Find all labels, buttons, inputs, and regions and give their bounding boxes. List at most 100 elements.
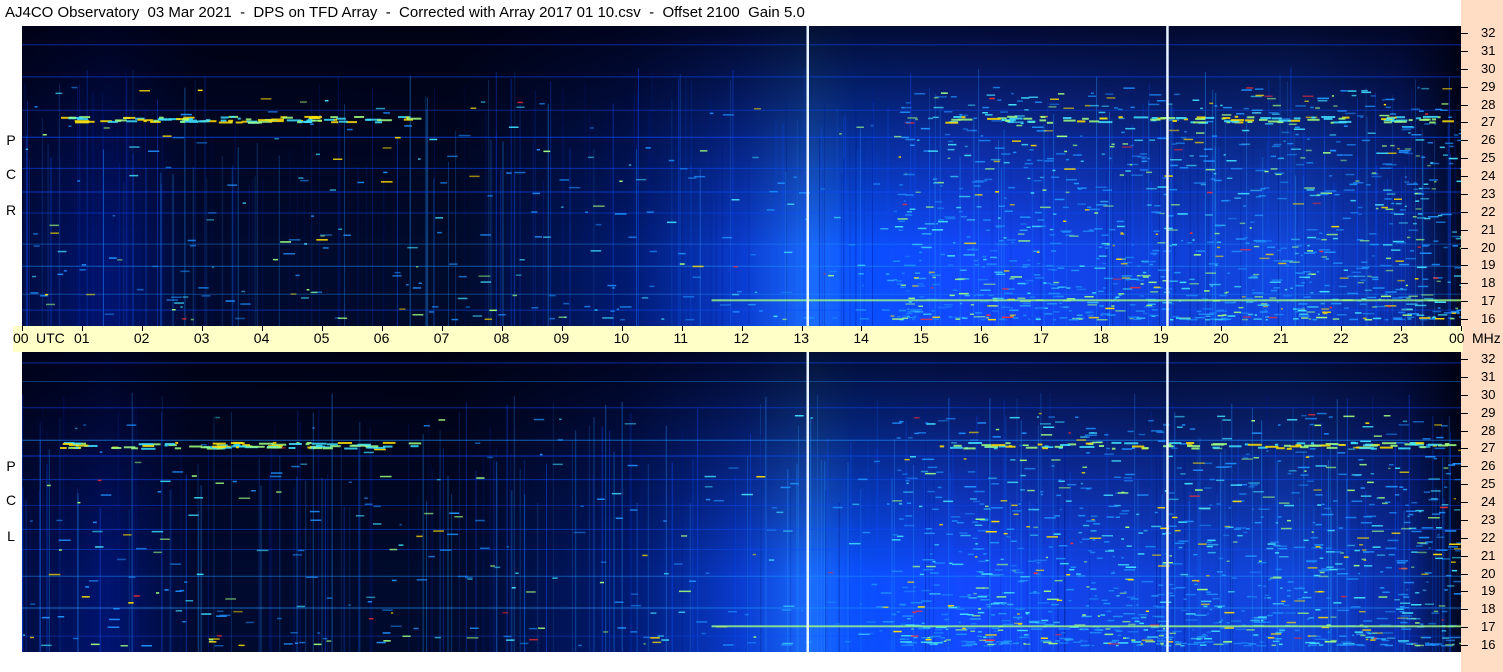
rcp-speckle: [1046, 157, 1054, 160]
rcp-speckle: [1371, 276, 1379, 278]
lcp-speckle: [390, 612, 394, 614]
rcp-speckle: [1029, 149, 1034, 151]
lcp-speckle: [1423, 491, 1430, 493]
lcp-band-27mhz: [164, 443, 175, 445]
rcp-streak: [819, 137, 821, 326]
rcp-speckle: [1436, 280, 1441, 283]
rcp-speckle: [1137, 265, 1141, 267]
lcp-speckle: [1330, 616, 1337, 618]
lcp-speckle: [503, 635, 512, 638]
rcp-streak: [513, 171, 515, 326]
rcp-speckle: [1072, 144, 1078, 147]
rcp-speckle: [1056, 153, 1066, 155]
lcp-speckle: [1086, 644, 1090, 647]
rcp-band-27mhz: [1089, 120, 1100, 123]
rcp-speckle: [532, 192, 541, 195]
lcp-speckle: [1309, 642, 1320, 644]
rcp-speckle: [508, 126, 519, 128]
lcp-speckle: [996, 641, 1008, 643]
rcp-speckle: [1224, 301, 1235, 304]
lcp-streak: [46, 463, 48, 652]
rcp-speckle: [1068, 310, 1072, 312]
rcp-freq-tick-label: 20: [1481, 239, 1496, 255]
rcp-speckle: [1003, 161, 1010, 164]
rcp-speckle: [1129, 164, 1133, 166]
rcp-speckle: [1169, 188, 1178, 191]
rcp-speckle: [982, 255, 987, 258]
rcp-streak: [1129, 97, 1131, 326]
rcp-speckle: [1292, 203, 1304, 205]
rcp-speckle: [1112, 283, 1118, 285]
rcp-speckle: [1353, 275, 1366, 278]
lcp-speckle: [1354, 631, 1364, 633]
rcp-streak: [80, 101, 82, 326]
rcp-speckle: [1280, 118, 1290, 120]
lcp-speckle: [77, 501, 81, 504]
lcp-speckle: [1422, 438, 1431, 440]
rcp-speckle: [1063, 220, 1067, 222]
rcp-speckle: [668, 159, 675, 162]
lcp-band-27mhz: [1274, 443, 1279, 446]
rcp-speckle: [1012, 140, 1021, 142]
rcp-streak: [775, 121, 777, 326]
lcp-speckle: [552, 577, 558, 579]
lcp-speckle: [1410, 643, 1413, 645]
lcp-speckle: [1034, 559, 1047, 562]
rcp-speckle: [283, 253, 295, 255]
rcp-streak: [502, 141, 504, 326]
rcp-speckle: [963, 254, 975, 256]
lcp-speckle: [1428, 498, 1439, 501]
lcp-freq-tick-label: 17: [1481, 619, 1496, 635]
lcp-band-27mhz: [1286, 447, 1292, 450]
rcp-streak: [434, 87, 435, 326]
rcp-speckle: [932, 283, 940, 286]
rcp-speckle: [948, 264, 954, 266]
lcp-speckle: [533, 418, 545, 421]
rcp-speckle: [1394, 198, 1402, 200]
rcp-speckle: [905, 214, 913, 216]
rcp-speckle: [1091, 292, 1097, 294]
lcp-streak: [1443, 498, 1445, 652]
rcp-speckle: [896, 283, 903, 285]
rcp-speckle: [428, 311, 434, 313]
lcp-speckle: [978, 560, 987, 563]
lcp-speckle: [1448, 546, 1458, 548]
lcp-speckle: [184, 581, 188, 583]
rcp-streak: [1290, 67, 1292, 326]
lcp-speckle: [1176, 467, 1182, 469]
lcp-speckle: [1422, 636, 1431, 639]
rcp-speckle: [1309, 194, 1321, 197]
lcp-speckle: [1333, 500, 1338, 502]
lcp-speckle: [1169, 595, 1175, 597]
chart-title: AJ4CO Observatory 03 Mar 2021 - DPS on T…: [5, 4, 805, 21]
lcp-speckle: [1054, 579, 1063, 582]
rcp-band-27mhz: [1063, 119, 1076, 122]
rcp-streak: [162, 129, 163, 326]
lcp-speckle: [1251, 596, 1257, 598]
rcp-speckle: [1267, 97, 1276, 100]
lcp-speckle: [969, 618, 981, 620]
lcp-speckle: [1436, 549, 1448, 551]
rcp-speckle: [1451, 235, 1461, 238]
lcp-speckle: [1301, 414, 1307, 417]
lcp-streak: [296, 476, 298, 652]
rcp-speckle: [1421, 156, 1426, 158]
rcp-speckle: [1100, 200, 1109, 203]
rcp-speckle: [1375, 204, 1384, 206]
lcp-speckle: [515, 572, 519, 574]
lcp-speckle: [1017, 629, 1028, 632]
rcp-speckle: [71, 86, 78, 89]
rcp-speckle: [1205, 168, 1216, 171]
lcp-band-27mhz: [123, 446, 136, 449]
rcp-speckle: [109, 257, 117, 259]
lcp-speckle: [1273, 544, 1281, 547]
rcp-speckle: [1215, 225, 1222, 227]
rcp-speckle: [1404, 205, 1407, 208]
rcp-speckle: [1195, 250, 1205, 252]
rcp-speckle: [971, 181, 984, 183]
lcp-speckle: [1104, 453, 1114, 455]
rcp-band-27mhz: [1162, 117, 1176, 120]
rcp-speckle: [1383, 103, 1387, 106]
rcp-freq-tick-label: 31: [1481, 42, 1496, 58]
lcp-speckle: [364, 497, 368, 499]
